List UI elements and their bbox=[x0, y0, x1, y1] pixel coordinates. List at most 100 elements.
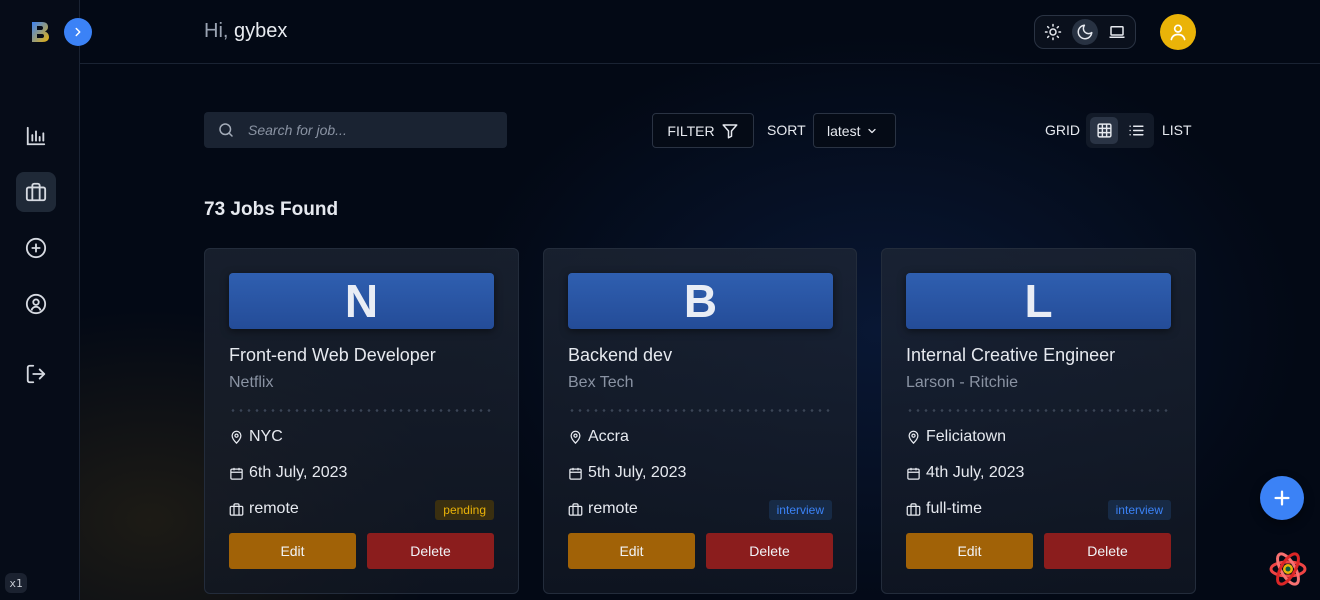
status-badge: pending bbox=[435, 500, 494, 520]
calendar-icon bbox=[907, 467, 920, 480]
job-location-text: Feliciatown bbox=[926, 428, 1007, 445]
sidebar-expand-button[interactable] bbox=[64, 18, 92, 46]
username: gybex bbox=[234, 20, 288, 42]
job-type: remote bbox=[229, 500, 299, 518]
location-pin-icon bbox=[570, 430, 581, 444]
company-initial-banner: L bbox=[906, 273, 1171, 329]
job-type-text: full-time bbox=[926, 500, 983, 517]
app-root: x1 Hi, gybex Search for job... FILTER SO… bbox=[0, 0, 1320, 600]
edit-button[interactable]: Edit bbox=[568, 533, 695, 569]
moon-icon bbox=[1077, 24, 1093, 40]
logo-icon[interactable] bbox=[30, 21, 50, 43]
job-date-text: 4th July, 2023 bbox=[926, 464, 1025, 481]
add-job-fab[interactable] bbox=[1260, 476, 1304, 520]
query-devtools-icon[interactable] bbox=[1268, 549, 1308, 589]
view-toggle bbox=[1086, 113, 1154, 148]
top-header: Hi, gybex bbox=[80, 0, 1320, 64]
company-initial-banner: B bbox=[568, 273, 833, 329]
location-pin-icon bbox=[908, 430, 919, 444]
job-card: N Front-end Web Developer Netflix NYC 6t… bbox=[204, 248, 519, 594]
status-badge: interview bbox=[768, 500, 832, 520]
briefcase-icon bbox=[568, 502, 583, 516]
job-position: Front-end Web Developer bbox=[229, 345, 436, 365]
divider bbox=[229, 409, 494, 412]
chevron-right-icon bbox=[75, 27, 81, 37]
sidebar-item-all-jobs[interactable] bbox=[16, 172, 56, 212]
delete-button[interactable]: Delete bbox=[706, 533, 833, 569]
delete-button[interactable]: Delete bbox=[1044, 533, 1171, 569]
sidebar-item-add-job[interactable] bbox=[16, 228, 56, 268]
list-icon bbox=[1128, 125, 1144, 136]
light-theme-button[interactable] bbox=[1040, 19, 1066, 45]
greeting-prefix: Hi, bbox=[204, 20, 229, 42]
grid-icon bbox=[1096, 123, 1112, 138]
divider bbox=[906, 409, 1171, 412]
jobs-count: 73 Jobs Found bbox=[204, 199, 339, 220]
search-box bbox=[204, 112, 507, 148]
job-location-text: NYC bbox=[249, 428, 283, 445]
sort-value: latest bbox=[827, 122, 861, 139]
list-label: LIST bbox=[1162, 122, 1192, 138]
calendar-icon bbox=[230, 467, 243, 480]
status-badge: interview bbox=[1107, 500, 1171, 520]
briefcase-icon bbox=[229, 502, 244, 516]
sidebar: x1 bbox=[0, 0, 80, 600]
filter-label: FILTER bbox=[667, 122, 715, 139]
job-date: 5th July, 2023 bbox=[568, 464, 686, 482]
job-type: remote bbox=[568, 500, 638, 518]
briefcase-icon bbox=[906, 502, 921, 516]
search-icon bbox=[219, 123, 233, 137]
filter-button[interactable]: FILTER bbox=[652, 113, 754, 148]
stats-icon bbox=[26, 126, 46, 146]
job-company: Netflix bbox=[229, 374, 274, 391]
logout-icon bbox=[26, 364, 46, 384]
list-view-button[interactable] bbox=[1122, 117, 1150, 144]
edit-button[interactable]: Edit bbox=[229, 533, 356, 569]
sidebar-item-logout[interactable] bbox=[16, 354, 56, 394]
job-company: Larson - Ritchie bbox=[906, 374, 1019, 391]
zoom-badge[interactable]: x1 bbox=[5, 573, 27, 593]
filter-icon bbox=[722, 123, 738, 138]
job-company: Bex Tech bbox=[568, 374, 634, 391]
add-circle-icon bbox=[25, 237, 47, 259]
sort-select[interactable]: latest bbox=[813, 113, 896, 148]
search-input[interactable] bbox=[248, 112, 498, 148]
profile-icon bbox=[25, 293, 47, 315]
job-date: 6th July, 2023 bbox=[229, 464, 347, 482]
grid-view-button[interactable] bbox=[1090, 117, 1118, 144]
location-pin-icon bbox=[231, 430, 242, 444]
calendar-icon bbox=[569, 467, 582, 480]
job-card: B Backend dev Bex Tech Accra 5th July, 2… bbox=[543, 248, 857, 594]
job-location: NYC bbox=[229, 428, 283, 446]
sort-label: SORT bbox=[767, 122, 806, 138]
dark-theme-button[interactable] bbox=[1072, 19, 1098, 45]
greeting: Hi, gybex bbox=[204, 20, 287, 43]
user-avatar[interactable] bbox=[1160, 14, 1196, 50]
job-location: Feliciatown bbox=[906, 428, 1006, 446]
job-type: full-time bbox=[906, 500, 982, 518]
sidebar-item-profile[interactable] bbox=[16, 284, 56, 324]
job-date: 4th July, 2023 bbox=[906, 464, 1024, 482]
job-date-text: 5th July, 2023 bbox=[588, 464, 687, 481]
theme-switcher bbox=[1034, 15, 1136, 49]
divider bbox=[568, 409, 833, 412]
job-position: Internal Creative Engineer bbox=[906, 345, 1116, 365]
job-type-text: remote bbox=[249, 500, 299, 517]
chevron-down-icon bbox=[868, 128, 877, 133]
company-initial-banner: N bbox=[229, 273, 494, 329]
plus-icon bbox=[1274, 490, 1290, 506]
sidebar-item-stats[interactable] bbox=[16, 116, 56, 156]
job-type-text: remote bbox=[588, 500, 638, 517]
briefcase-icon bbox=[25, 182, 47, 202]
job-date-text: 6th July, 2023 bbox=[249, 464, 348, 481]
grid-label: GRID bbox=[1045, 122, 1080, 138]
job-card: L Internal Creative Engineer Larson - Ri… bbox=[881, 248, 1196, 594]
job-location-text: Accra bbox=[588, 428, 629, 445]
user-icon bbox=[1170, 24, 1186, 41]
edit-button[interactable]: Edit bbox=[906, 533, 1033, 569]
delete-button[interactable]: Delete bbox=[367, 533, 494, 569]
laptop-icon bbox=[1109, 26, 1125, 38]
sun-icon bbox=[1044, 23, 1062, 41]
system-theme-button[interactable] bbox=[1104, 19, 1130, 45]
job-location: Accra bbox=[568, 428, 629, 446]
